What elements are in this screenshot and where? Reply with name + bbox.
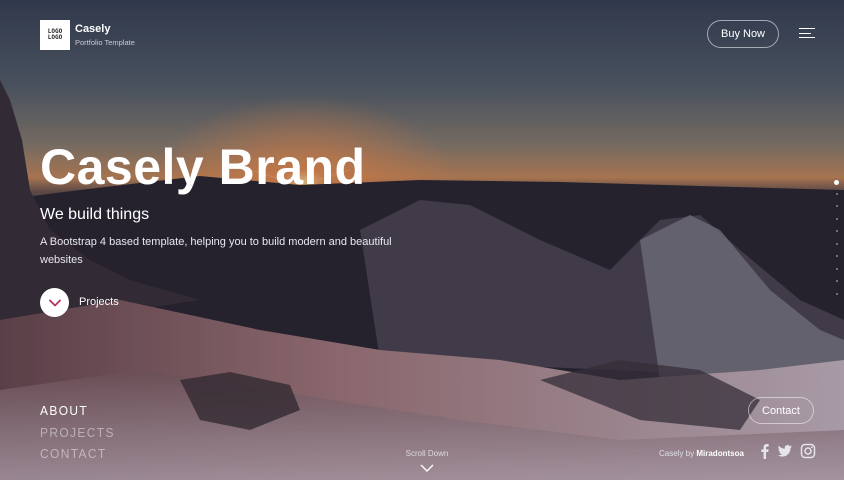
scroll-down-label[interactable]: Scroll Down <box>392 449 462 458</box>
chevron-down-icon <box>48 299 61 306</box>
brand-subtitle: Portfolio Template <box>75 38 135 47</box>
page-dot[interactable] <box>835 205 838 207</box>
projects-button[interactable] <box>40 288 69 317</box>
page-indicator <box>834 180 840 300</box>
hamburger-menu-icon[interactable] <box>799 28 815 39</box>
page-dot[interactable] <box>835 230 838 232</box>
projects-link[interactable]: Projects <box>79 296 119 308</box>
credit-text: Casely by Miradontsoa <box>659 449 744 458</box>
page-dot[interactable] <box>835 242 838 245</box>
nav-item-contact[interactable]: CONTACT <box>40 443 115 465</box>
contact-button[interactable]: Contact <box>748 397 814 424</box>
page-dot[interactable] <box>835 255 838 257</box>
brand-name[interactable]: Casely <box>75 23 110 35</box>
page-dot[interactable] <box>835 280 838 282</box>
logo[interactable]: LOGO LOGO <box>40 20 70 50</box>
credit-prefix: Casely by <box>659 449 695 458</box>
page-dot[interactable] <box>835 217 838 220</box>
nav-item-projects[interactable]: PROJECTS <box>40 422 115 444</box>
hero-subtitle: We build things <box>40 206 150 223</box>
twitter-icon[interactable] <box>777 443 793 459</box>
nav-item-about[interactable]: ABOUT <box>40 400 115 422</box>
page-dot[interactable] <box>835 267 838 270</box>
logo-text-line-2: LOGO <box>47 34 63 41</box>
hero-title: Casely Brand <box>40 139 366 195</box>
page-dot[interactable] <box>835 292 838 295</box>
section-nav: ABOUT PROJECTS CONTACT <box>40 400 121 465</box>
facebook-icon[interactable] <box>757 443 773 459</box>
chevron-down-icon[interactable] <box>420 463 434 473</box>
credit-author-link[interactable]: Miradontsoa <box>696 449 744 458</box>
buy-now-button[interactable]: Buy Now <box>707 20 779 48</box>
hero-description: A Bootstrap 4 based template, helping yo… <box>40 236 392 266</box>
instagram-icon[interactable] <box>800 443 816 459</box>
page-dot[interactable] <box>835 192 838 195</box>
page-dot-active[interactable] <box>834 180 839 185</box>
